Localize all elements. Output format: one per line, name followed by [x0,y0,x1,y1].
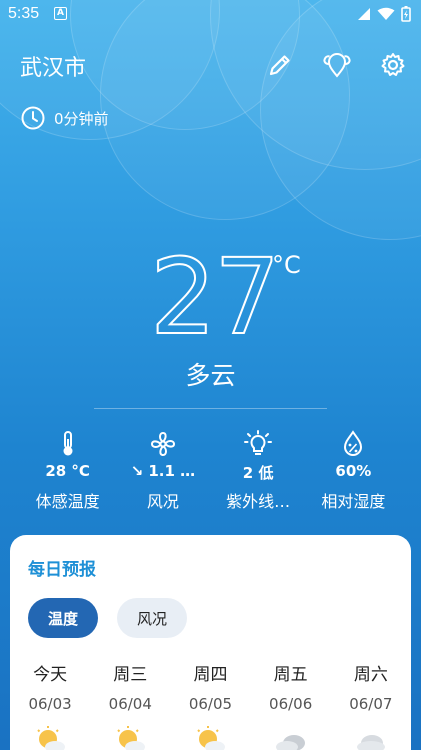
temperature-unit: °C [272,251,301,279]
day-name: 周五 [273,665,308,685]
uv-bulb-icon [244,430,273,455]
current-temperature: 27 °C [0,244,421,355]
status-time: 5:35 [8,5,40,22]
weather-stats: 28 °C 体感温度 ↘ 1.1 … 风况 2 低 紫外线… 60% 相对湿度 [20,430,401,520]
forecast-day[interactable]: 周四 06/05 [170,660,250,750]
day-date: 06/06 [269,695,313,713]
status-icons [357,6,411,22]
day-date: 06/03 [28,695,72,713]
settings-gear-icon[interactable] [380,52,406,78]
forecast-day[interactable]: 周五 06/06 [251,660,331,750]
stat-humidity: 60% 相对湿度 [306,430,401,520]
tab-temperature[interactable]: 温度 [28,598,98,638]
day-name: 周三 [113,665,148,685]
tab-wind[interactable]: 风况 [117,598,187,638]
notification-icon: A [54,7,67,20]
temperature-value: 27 [149,244,281,350]
forecast-days: 今天 06/03 周三 06/04 周四 06/05 周五 06/06 周六 0… [10,660,411,750]
edit-pencil-icon[interactable] [267,52,293,78]
update-time: 0分钟前 [20,105,109,131]
daily-forecast-card: 每日预报 温度 风况 今天 06/03 周三 06/04 周四 06/05 周五… [10,535,411,750]
day-date: 06/07 [349,695,393,713]
day-name: 周四 [193,665,228,685]
stat-label: 风况 [146,492,179,511]
clock-icon [21,106,45,130]
status-bar: 5:35 A [0,0,421,28]
stat-uv: 2 低 紫外线… [211,430,306,520]
temperature-digits: 27 [149,236,281,358]
stat-value: ↘ 1.1 … [130,462,196,480]
partly-sunny-icon [197,726,226,750]
location-pins-icon[interactable] [322,52,352,78]
stat-label: 紫外线… [226,492,291,511]
stat-feels-like: 28 °C 体感温度 [20,430,115,520]
day-name: 今天 [33,665,68,685]
day-date: 06/04 [108,695,152,713]
update-time-text: 0分钟前 [54,109,109,128]
humidity-drop-icon [344,430,363,456]
cloudy-icon [275,735,305,750]
forecast-day[interactable]: 周六 06/07 [331,660,411,750]
partly-sunny-icon [117,726,146,750]
cloudy-icon [356,735,385,750]
forecast-day[interactable]: 周三 06/04 [90,660,170,750]
city-name[interactable]: 武汉市 [20,50,86,82]
partly-sunny-icon [37,726,66,750]
stat-label: 相对湿度 [321,492,386,511]
fan-icon [150,431,175,457]
day-date: 06/05 [188,695,233,713]
day-name: 周六 [353,665,388,685]
weather-screen: 5:35 A 武汉市 0分钟前 27 °C 多云 28 °C 体感温度 ↘ 1.… [0,0,421,750]
stat-value: 28 °C [45,462,90,480]
stat-label: 体感温度 [35,492,100,511]
stat-wind: ↘ 1.1 … 风况 [115,430,210,520]
divider [94,408,327,409]
battery-icon [401,6,411,22]
weather-condition: 多云 [185,361,236,390]
stat-value: 60% [335,462,372,480]
signal-icon [358,8,370,20]
wifi-icon [377,7,395,20]
daily-forecast-title: 每日预报 [28,560,96,580]
stat-value: 2 低 [242,464,274,482]
thermometer-icon [63,431,73,456]
forecast-day[interactable]: 今天 06/03 [10,660,90,750]
